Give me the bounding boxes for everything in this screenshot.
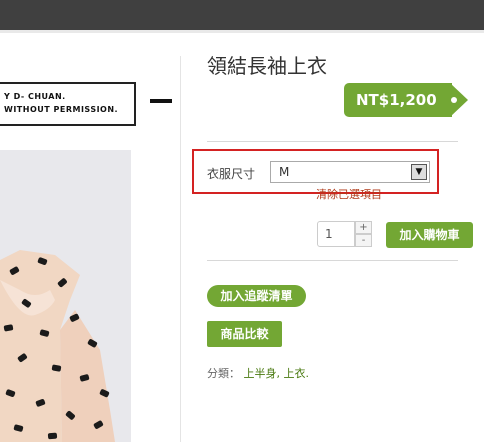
add-to-wishlist-button[interactable]: 加入追蹤清單 [207,285,306,307]
price-tag-hole-icon [451,97,457,103]
quantity-decrease-button[interactable]: - [355,234,372,247]
divider-dash [150,99,172,103]
watermark-notice: Y D- CHUAN. WITHOUT PERMISSION. [0,82,136,126]
price-tag: NT$1,200 [344,83,468,117]
blouse-illustration [0,150,131,442]
price-value: NT$1,200 [356,91,437,109]
category-link-tops[interactable]: 上半身 [244,367,277,380]
add-to-cart-button[interactable]: 加入購物車 [386,222,473,248]
top-bar-shadow [0,30,484,33]
quantity-value: 1 [325,227,333,241]
category-link-shirts[interactable]: 上衣. [284,367,310,380]
category-label: 分類： [207,367,240,380]
size-option-label: 衣服尺寸 [207,167,256,181]
watermark-line-1: Y D- CHUAN. [4,92,66,101]
product-photo[interactable] [0,150,131,442]
category-line: 分類： 上半身, 上衣. [207,365,309,381]
size-select[interactable]: M ▼ [270,161,430,183]
clear-selection-link[interactable]: 清除已選項目 [316,186,382,202]
compare-button[interactable]: 商品比較 [207,321,282,347]
top-bar [0,0,484,30]
divider-top [207,141,458,142]
category-separator: , [276,367,284,380]
chevron-down-icon[interactable]: ▼ [411,164,427,180]
watermark-line-2: WITHOUT PERMISSION. [4,105,119,114]
divider-bottom [207,260,458,261]
size-select-value: M [279,165,290,179]
quantity-increase-button[interactable]: + [355,221,372,234]
product-title: 領結長袖上衣 [207,54,327,78]
quantity-input[interactable]: 1 [317,221,355,247]
